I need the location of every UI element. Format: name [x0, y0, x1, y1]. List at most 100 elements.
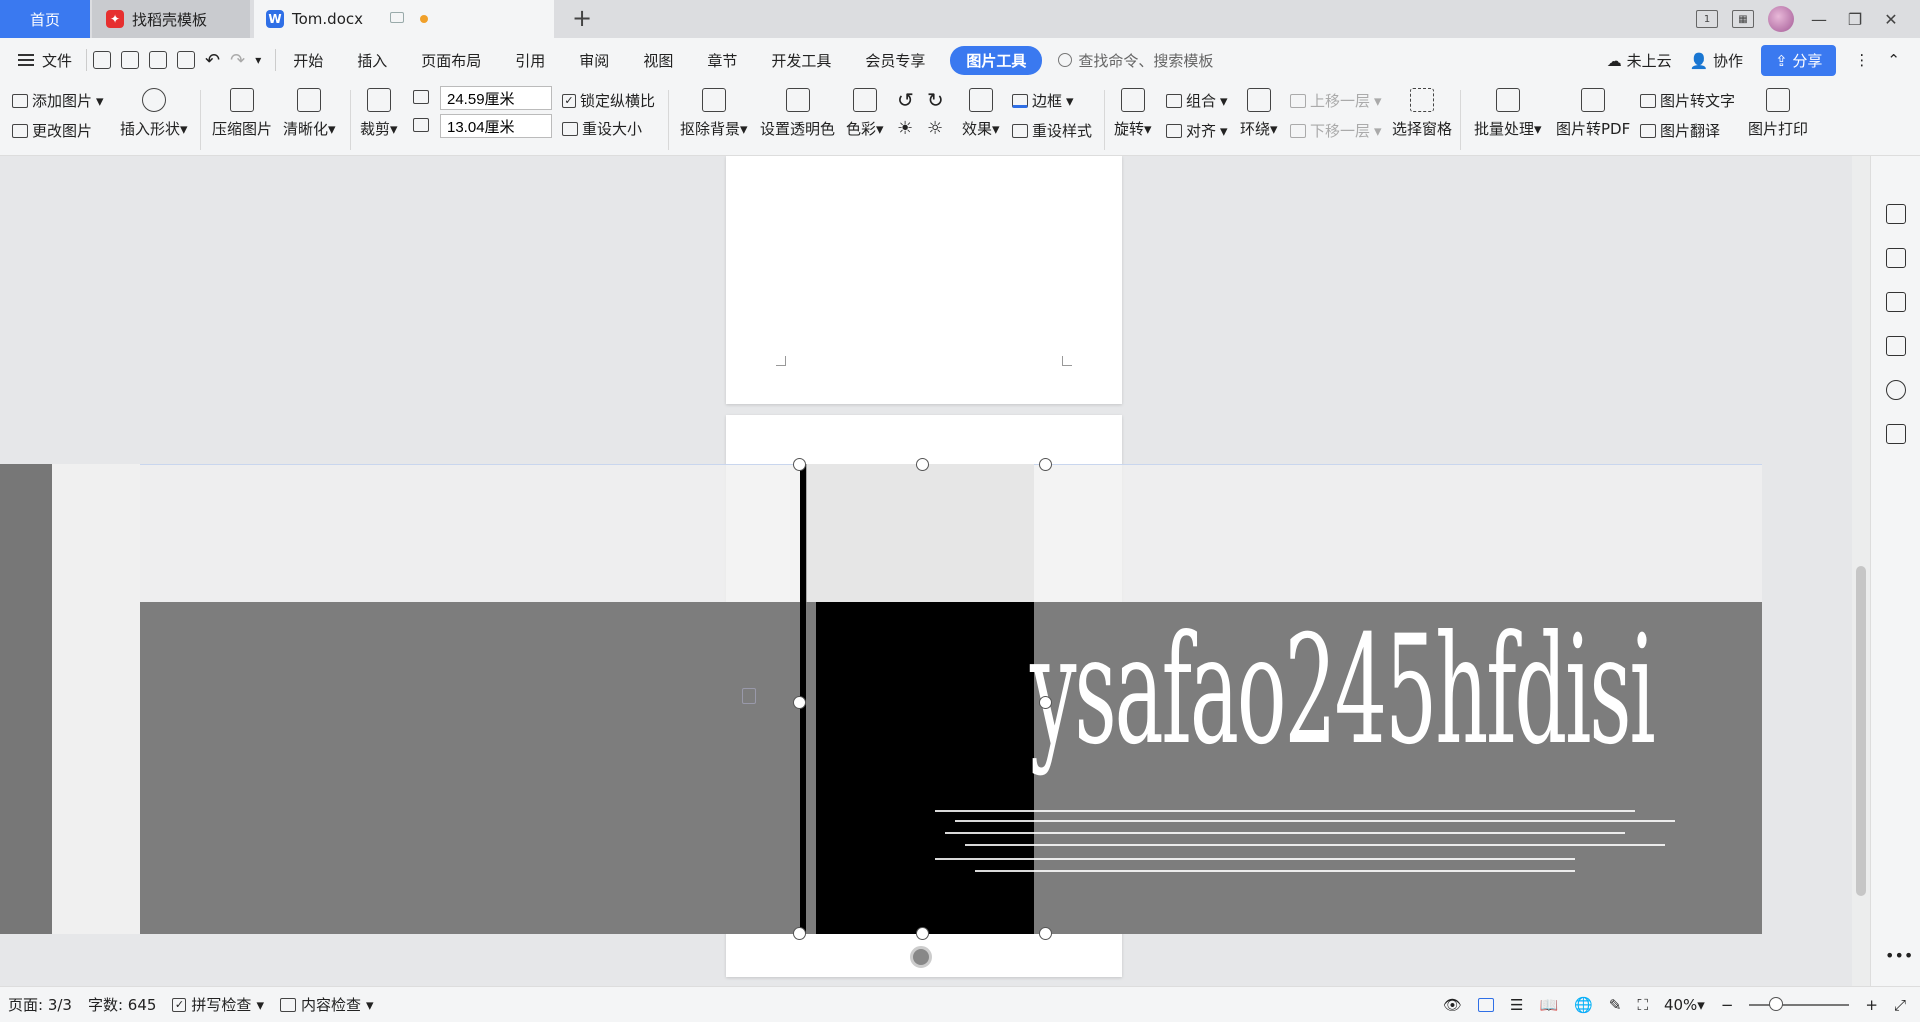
- file-menu[interactable]: 文件: [0, 50, 86, 71]
- pen-mode-icon[interactable]: ✎: [1609, 996, 1622, 1014]
- embedded-screenshot-image[interactable]: ysafao245hfdisi: [0, 458, 1870, 968]
- align-button[interactable]: 对齐 ▾: [1166, 120, 1228, 141]
- close-icon[interactable]: ✕: [1880, 10, 1902, 29]
- reset-style-button[interactable]: 重设样式: [1012, 120, 1092, 141]
- reset-size-button[interactable]: 重设大小: [562, 118, 642, 139]
- menu-chapter[interactable]: 章节: [690, 50, 754, 71]
- effects-button[interactable]: 效果▾: [962, 88, 1000, 139]
- compress-button[interactable]: 压缩图片: [212, 88, 272, 139]
- new-tab-button[interactable]: +: [572, 4, 592, 32]
- change-image-button[interactable]: 更改图片: [12, 120, 92, 141]
- print-image-button[interactable]: 图片打印: [1748, 88, 1808, 139]
- compass-icon[interactable]: [1886, 380, 1906, 400]
- rotate-right-icon[interactable]: ↻: [927, 88, 944, 112]
- book-search-icon[interactable]: [1886, 424, 1906, 444]
- settings-sliders-icon[interactable]: [1886, 292, 1906, 312]
- wrap-button[interactable]: 环绕▾: [1240, 88, 1278, 139]
- collab-button[interactable]: 👤 协作: [1690, 50, 1743, 71]
- collapse-ribbon-icon[interactable]: ⌃: [1887, 51, 1900, 69]
- eye-icon[interactable]: 👁: [1443, 996, 1462, 1014]
- zoom-slider[interactable]: [1749, 997, 1850, 1011]
- batch-button[interactable]: 批量处理▾: [1474, 88, 1542, 139]
- menu-member[interactable]: 会员专享: [848, 50, 942, 71]
- to-pdf-button[interactable]: 图片转PDF: [1556, 88, 1630, 139]
- avatar[interactable]: [1768, 6, 1794, 32]
- send-backward-button[interactable]: 下移一层 ▾: [1290, 120, 1382, 141]
- zoom-out-icon[interactable]: −: [1721, 996, 1734, 1014]
- rotate-left-icon[interactable]: ↺: [897, 88, 914, 112]
- chevron-down-icon[interactable]: ▾: [255, 53, 261, 67]
- resize-handle[interactable]: [1039, 696, 1052, 709]
- menu-layout[interactable]: 页面布局: [404, 50, 498, 71]
- minimize-icon[interactable]: —: [1808, 10, 1830, 29]
- scrollbar-thumb[interactable]: [1856, 566, 1866, 896]
- pen-icon[interactable]: [1886, 204, 1906, 224]
- set-transparent-button[interactable]: 设置透明色: [760, 88, 835, 139]
- fullscreen-icon[interactable]: ⤢: [1894, 996, 1906, 1014]
- resize-handle[interactable]: [916, 458, 929, 471]
- sharpen-button[interactable]: 清晰化▾: [283, 88, 336, 139]
- resize-handle[interactable]: [1039, 927, 1052, 940]
- apps-grid-icon[interactable]: ▦: [1732, 10, 1754, 28]
- selection-pane-button[interactable]: 选择窗格: [1392, 88, 1452, 139]
- web-view-icon[interactable]: 🌐: [1574, 996, 1593, 1014]
- undo-icon[interactable]: ↶: [205, 50, 220, 71]
- menu-reference[interactable]: 引用: [498, 50, 562, 71]
- redo-icon[interactable]: ↷: [230, 50, 245, 71]
- resize-handle[interactable]: [793, 458, 806, 471]
- pointer-icon[interactable]: [1886, 248, 1906, 268]
- image-style-icon[interactable]: [1886, 336, 1906, 356]
- remove-background-button[interactable]: 抠除背景▾: [680, 88, 748, 139]
- tab-document[interactable]: W Tom.docx: [254, 0, 554, 38]
- tab-home[interactable]: 首页: [0, 0, 90, 38]
- resize-handle[interactable]: [1039, 458, 1052, 471]
- read-mode-icon[interactable]: 📖: [1539, 996, 1558, 1014]
- restore-icon[interactable]: ❐: [1844, 10, 1866, 29]
- rotate-button[interactable]: 旋转▾: [1114, 88, 1152, 139]
- group-button[interactable]: 组合 ▾: [1166, 90, 1228, 111]
- width-input[interactable]: [440, 86, 552, 110]
- menu-view[interactable]: 视图: [626, 50, 690, 71]
- resize-handle[interactable]: [916, 927, 929, 940]
- zoom-level[interactable]: 40%▾: [1664, 996, 1705, 1014]
- resize-handle[interactable]: [793, 696, 806, 709]
- save-icon[interactable]: [93, 51, 112, 69]
- crop-button[interactable]: 裁剪▾: [360, 88, 398, 139]
- menu-start[interactable]: 开始: [276, 50, 340, 71]
- border-button[interactable]: 边框 ▾: [1012, 90, 1074, 111]
- share-button[interactable]: ⇪ 分享: [1761, 44, 1837, 76]
- page-view-icon[interactable]: [1478, 998, 1495, 1012]
- layout-options-icon[interactable]: [742, 688, 756, 704]
- command-search[interactable]: 查找命令、搜索模板: [1058, 50, 1213, 71]
- menu-devtools[interactable]: 开发工具: [754, 50, 848, 71]
- more-icon[interactable]: ⋮: [1854, 51, 1869, 69]
- page-indicator[interactable]: 页面: 3/3: [0, 994, 80, 1015]
- menu-picture-tools[interactable]: 图片工具: [950, 45, 1043, 75]
- bring-forward-button[interactable]: 上移一层 ▾: [1290, 90, 1382, 111]
- content-check-button[interactable]: 内容检查 ▾: [272, 994, 382, 1015]
- zoom-in-icon[interactable]: +: [1865, 996, 1878, 1014]
- color-button[interactable]: 色彩▾: [846, 88, 884, 139]
- translate-button[interactable]: 图片翻译: [1640, 120, 1720, 141]
- monitor-icon[interactable]: [390, 12, 404, 23]
- menu-review[interactable]: 审阅: [562, 50, 626, 71]
- zoom-slider-knob[interactable]: [1769, 997, 1784, 1011]
- spell-check-toggle[interactable]: ✓ 拼写检查 ▾: [164, 994, 272, 1015]
- vertical-scrollbar[interactable]: [1852, 156, 1870, 986]
- layout-icon[interactable]: 1: [1696, 10, 1718, 28]
- height-input[interactable]: [440, 114, 552, 138]
- add-image-button[interactable]: 添加图片 ▾: [12, 90, 104, 111]
- tab-template[interactable]: ✦ 找稻壳模板: [92, 0, 250, 38]
- word-count[interactable]: 字数: 645: [80, 994, 164, 1015]
- brightness-down-icon[interactable]: ☼: [927, 118, 943, 139]
- rotate-handle[interactable]: [910, 946, 932, 968]
- print-icon[interactable]: [149, 51, 168, 69]
- export-icon[interactable]: [121, 51, 140, 69]
- menu-insert[interactable]: 插入: [340, 50, 404, 71]
- cloud-status[interactable]: ☁ 未上云: [1607, 50, 1672, 71]
- insert-shape-button[interactable]: 插入形状▾: [120, 88, 188, 139]
- lock-ratio-checkbox[interactable]: ✓ 锁定纵横比: [562, 90, 655, 111]
- to-text-button[interactable]: 图片转文字: [1640, 90, 1735, 111]
- document-canvas[interactable]: ysafao245hfdisi: [0, 156, 1870, 986]
- print-preview-icon[interactable]: [177, 51, 196, 69]
